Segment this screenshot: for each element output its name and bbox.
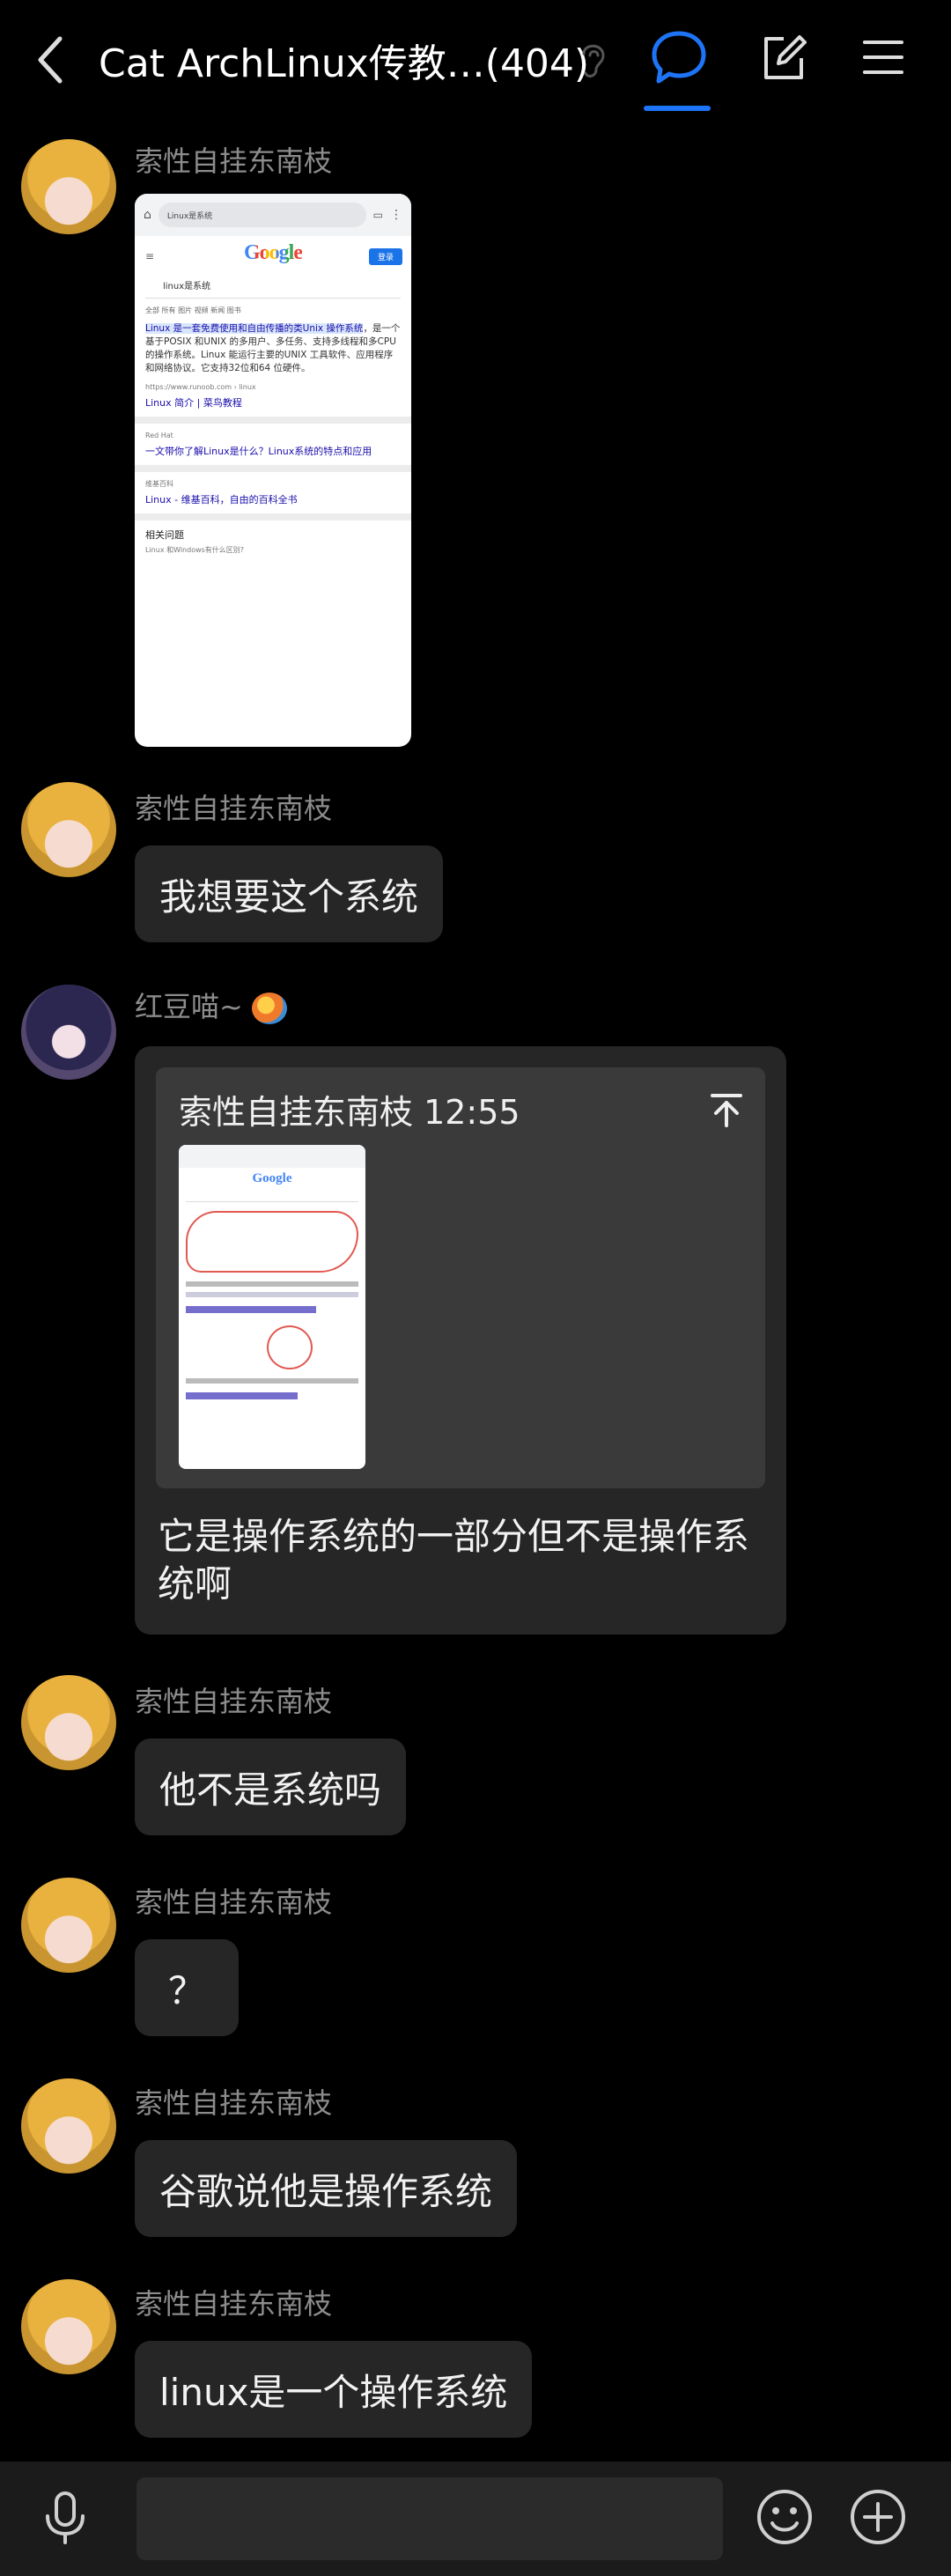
url-box: Linux是系统 [158, 203, 366, 227]
avatar[interactable] [21, 2279, 116, 2374]
emoji-icon[interactable] [756, 2488, 814, 2546]
avatar[interactable] [21, 782, 116, 877]
annotation-circle [186, 1211, 358, 1273]
link-line [186, 1306, 317, 1313]
annotation-circle [267, 1325, 313, 1369]
message-input[interactable] [136, 2477, 723, 2560]
microphone-icon[interactable] [41, 2490, 90, 2546]
signin-button: 登录 [368, 248, 402, 265]
browser-bar: ⌂ Linux是系统 ▭ ⋮ [135, 194, 411, 236]
screenshot-image[interactable]: ⌂ Linux是系统 ▭ ⋮ ≡ Google 登录 linux是系统 全部 所… [135, 194, 411, 747]
home-icon: ⌂ [144, 208, 151, 222]
sender-name: 索性自挂东南枝 [135, 144, 333, 178]
active-tab-indicator [644, 106, 711, 111]
ear-icon [582, 44, 605, 78]
edit-icon[interactable] [759, 33, 808, 83]
sender-name: 索性自挂东南枝 [135, 2287, 333, 2321]
result-site: https://www.runoob.com › linux [145, 383, 256, 391]
sender-name: 索性自挂东南枝 [135, 2086, 333, 2120]
reply-bubble[interactable]: 索性自挂东南枝 12:55 Google 它是操作系统的一部分但不是操作系统啊 [135, 1046, 786, 1635]
sender-name: 红豆喵~ [135, 985, 287, 1025]
sender-name: 索性自挂东南枝 [135, 1886, 333, 1919]
hamburger-icon: ≡ [145, 250, 155, 262]
message-bubble[interactable]: linux是一个操作系统 [135, 2341, 533, 2438]
quoted-screenshot[interactable]: Google [179, 1145, 365, 1469]
result-site: Red Hat [145, 432, 173, 439]
text-line [186, 1378, 358, 1384]
tabs-icon: ▭ [372, 209, 383, 221]
message-bubble[interactable]: 我想要这个系统 [135, 845, 444, 942]
search-tabs: 全部 所有 图片 视频 新闻 图书 [145, 306, 241, 314]
quote-header: 索性自挂东南枝 12:55 [179, 1093, 520, 1132]
text-line [186, 1281, 358, 1287]
chat-header: Cat ArchLinux传教…(404) [0, 0, 951, 123]
result-title: 一文带你了解Linux是什么？Linux系统的特点和应用 [145, 446, 372, 457]
result-title: Linux 简介 | 菜鸟教程 [145, 397, 242, 409]
avatar[interactable] [21, 139, 116, 234]
chat-title[interactable]: Cat ArchLinux传教…(404) [99, 32, 589, 88]
divider [135, 513, 411, 520]
menu-icon[interactable] [861, 35, 905, 79]
featured-snippet: Linux 是一套免费使用和自由传播的类Unix 操作系统，是一个基于POSIX… [145, 323, 401, 373]
avatar[interactable] [21, 1878, 116, 1973]
avatar[interactable] [21, 2078, 116, 2174]
message-bubble[interactable]: 他不是系统吗 [135, 1738, 407, 1835]
result-title: Linux - 维基百科，自由的百科全书 [145, 494, 298, 506]
divider [135, 417, 411, 424]
back-icon[interactable] [32, 33, 70, 86]
badge-icon [252, 993, 287, 1024]
chat-bubble-icon[interactable] [648, 26, 710, 88]
message-bubble[interactable]: ？ [135, 1939, 239, 2036]
quoted-message[interactable]: 索性自挂东南枝 12:55 Google [156, 1067, 765, 1488]
message-bubble[interactable]: 谷歌说他是操作系统 [135, 2140, 518, 2237]
related-question: Linux 和Windows有什么区别? [145, 546, 245, 554]
avatar[interactable] [21, 985, 116, 1080]
related-questions: 相关问题 [145, 529, 184, 541]
search-query: linux是系统 [145, 272, 401, 299]
avatar[interactable] [21, 1675, 116, 1770]
message-text: 它是操作系统的一部分但不是操作系统啊 [158, 1515, 750, 1605]
text-line [186, 1292, 358, 1297]
result-site: 维基百科 [145, 480, 173, 488]
more-icon: ⋮ [390, 208, 402, 222]
sender-name: 索性自挂东南枝 [135, 1685, 333, 1718]
search-query [186, 1192, 358, 1202]
pin-top-icon[interactable] [709, 1090, 744, 1129]
link-line [186, 1392, 299, 1399]
input-bar [0, 2462, 951, 2576]
plus-icon[interactable] [849, 2488, 907, 2546]
sender-name: 索性自挂东南枝 [135, 792, 333, 825]
divider [135, 465, 411, 472]
google-logo: Google [252, 1171, 292, 1185]
browser-bar [179, 1145, 365, 1168]
